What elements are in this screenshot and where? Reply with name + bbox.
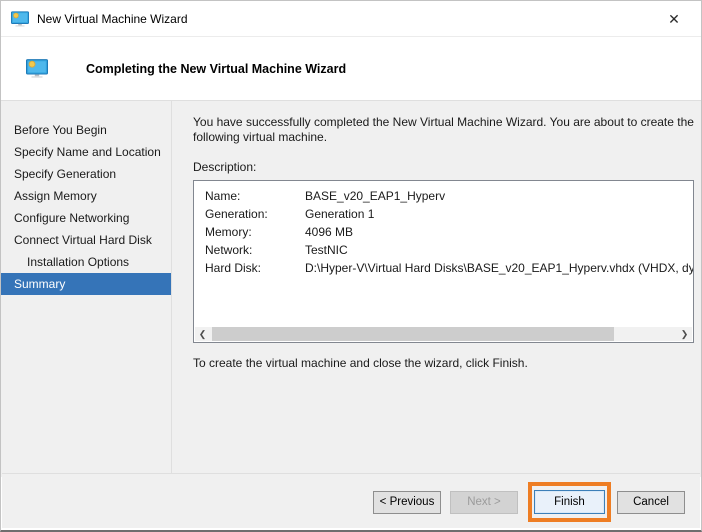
step-specify-name-and-location: Specify Name and Location bbox=[14, 145, 161, 159]
summary-row-value: BASE_v20_EAP1_Hyperv bbox=[305, 189, 446, 203]
summary-page-content: You have successfully completed the New … bbox=[172, 101, 701, 477]
page-title: Completing the New Virtual Machine Wizar… bbox=[86, 61, 347, 76]
vm-monitor-icon bbox=[11, 10, 29, 26]
step-connect-virtual-hard-disk: Connect Virtual Hard Disk bbox=[14, 233, 152, 247]
summary-row-network: Network: TestNIC bbox=[205, 241, 693, 259]
scrollbar-thumb[interactable] bbox=[212, 327, 614, 341]
summary-row-name: Name: BASE_v20_EAP1_Hyperv bbox=[205, 187, 693, 205]
summary-row-value: TestNIC bbox=[305, 243, 348, 257]
cancel-button[interactable]: Cancel bbox=[617, 491, 685, 514]
close-icon[interactable]: ✕ bbox=[657, 4, 691, 34]
previous-button[interactable]: < Previous bbox=[373, 491, 441, 514]
wizard-header: Completing the New Virtual Machine Wizar… bbox=[1, 37, 701, 101]
scroll-right-arrow-icon[interactable]: ❯ bbox=[677, 327, 692, 341]
summary-row-value: D:\Hyper-V\Virtual Hard Disks\BASE_v20_E… bbox=[305, 261, 693, 275]
summary-row-label: Network: bbox=[205, 243, 253, 257]
step-specify-generation: Specify Generation bbox=[14, 167, 117, 181]
summary-row-value: Generation 1 bbox=[305, 207, 375, 221]
vm-monitor-icon bbox=[26, 59, 48, 78]
wizard-steps-sidebar: Before You Begin Specify Name and Locati… bbox=[1, 101, 172, 477]
step-before-you-begin: Before You Begin bbox=[14, 123, 107, 137]
completion-message: You have successfully completed the New … bbox=[193, 115, 694, 144]
scroll-left-arrow-icon[interactable]: ❮ bbox=[195, 327, 210, 341]
summary-row-memory: Memory: 4096 MB bbox=[205, 223, 693, 241]
window-title: New Virtual Machine Wizard bbox=[37, 11, 188, 26]
finish-highlight-annotation: Finish bbox=[528, 482, 611, 522]
summary-row-label: Generation: bbox=[205, 207, 268, 221]
horizontal-scrollbar[interactable]: ❮ ❯ bbox=[195, 327, 692, 341]
description-label: Description: bbox=[193, 160, 257, 174]
title-bar: New Virtual Machine Wizard ✕ bbox=[1, 1, 701, 37]
summary-row-value: 4096 MB bbox=[305, 225, 354, 239]
next-button-disabled[interactable]: Next > bbox=[450, 491, 518, 514]
step-summary-selected: Summary bbox=[1, 273, 171, 295]
summary-row-label: Name: bbox=[205, 189, 241, 203]
summary-row-hard-disk: Hard Disk: D:\Hyper-V\Virtual Hard Disks… bbox=[205, 259, 693, 277]
step-configure-networking: Configure Networking bbox=[14, 211, 130, 225]
wizard-window: New Virtual Machine Wizard ✕ Completing … bbox=[0, 0, 702, 532]
vm-summary-rows: Name: BASE_v20_EAP1_Hyperv Generation: G… bbox=[194, 181, 693, 277]
wizard-footer: < Previous Next > Finish Cancel bbox=[2, 473, 700, 528]
step-installation-options: Installation Options bbox=[27, 255, 130, 269]
step-assign-memory: Assign Memory bbox=[14, 189, 97, 203]
scrollbar-track[interactable] bbox=[210, 327, 677, 341]
summary-row-label: Hard Disk: bbox=[205, 261, 262, 275]
vm-summary-box: Name: BASE_v20_EAP1_Hyperv Generation: G… bbox=[193, 180, 694, 343]
wizard-body: Before You Begin Specify Name and Locati… bbox=[1, 101, 701, 477]
summary-row-label: Memory: bbox=[205, 225, 252, 239]
finish-hint-text: To create the virtual machine and close … bbox=[193, 356, 528, 370]
finish-button[interactable]: Finish bbox=[534, 490, 605, 514]
summary-row-generation: Generation: Generation 1 bbox=[205, 205, 693, 223]
